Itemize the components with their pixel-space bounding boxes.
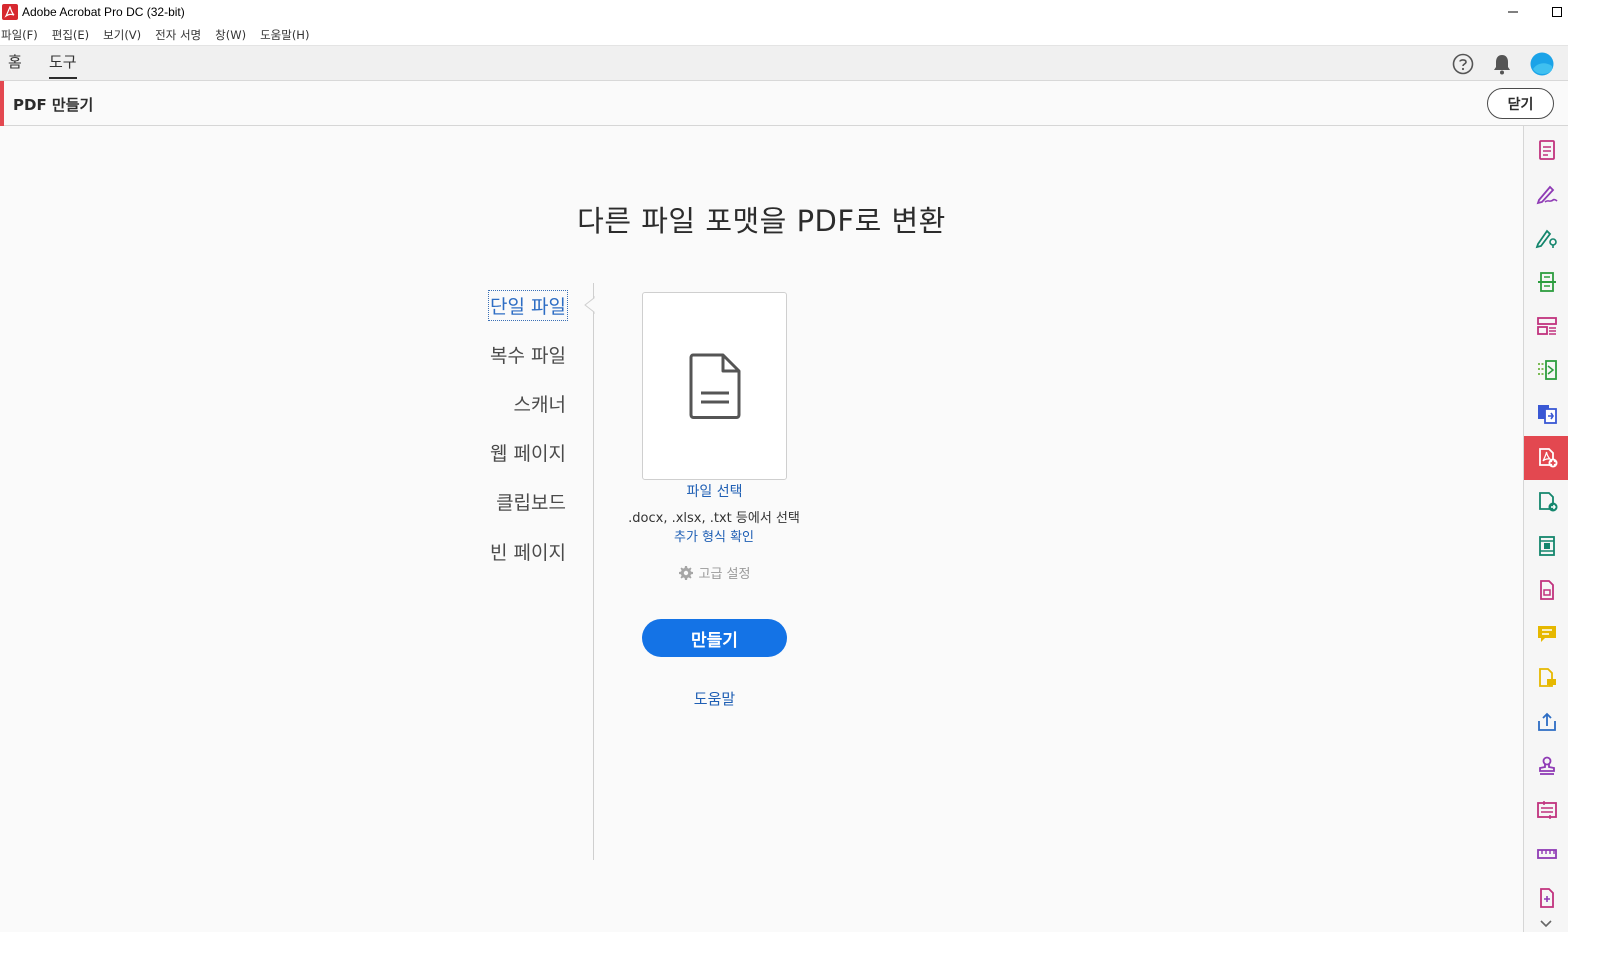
title-bar: Adobe Acrobat Pro DC (32-bit) <box>0 0 1623 24</box>
profile-avatar[interactable] <box>1530 52 1554 76</box>
option-multiple-files[interactable]: 복수 파일 <box>490 341 566 368</box>
minimize-icon <box>1508 11 1518 13</box>
tool-title: PDF 만들기 <box>13 96 94 114</box>
compare-icon[interactable] <box>1524 348 1569 392</box>
convert-pdf-icon[interactable] <box>1524 480 1569 524</box>
send-for-comments-icon[interactable] <box>1524 656 1569 700</box>
tab-tools[interactable]: 도구 <box>49 46 77 81</box>
right-tool-panel <box>1523 126 1569 965</box>
request-signature-icon[interactable] <box>1524 216 1569 260</box>
option-blank-page[interactable]: 빈 페이지 <box>490 538 566 565</box>
option-single-file[interactable]: 단일 파일 <box>488 290 568 321</box>
advanced-settings-label: 고급 설정 <box>698 567 751 582</box>
combine-files-icon[interactable] <box>1524 392 1569 436</box>
create-pdf-icon[interactable] <box>1524 436 1569 480</box>
advanced-settings: 고급 설정 <box>642 563 787 582</box>
more-formats-link[interactable]: 추가 형식 확인 <box>614 526 814 545</box>
export-pdf-icon[interactable] <box>1524 128 1569 172</box>
bell-icon[interactable] <box>1490 52 1514 76</box>
window-bottom-edge <box>0 932 1568 965</box>
tab-home[interactable]: 홈 <box>8 46 22 81</box>
prepare-form-icon[interactable] <box>1524 788 1569 832</box>
chevron-down-icon <box>1539 920 1552 928</box>
main-content: 다른 파일 포맷을 PDF로 변환 단일 파일 복수 파일 스캐너 웹 페이지 … <box>0 126 1523 965</box>
option-scanner[interactable]: 스캐너 <box>514 390 566 417</box>
comment-icon[interactable] <box>1524 612 1569 656</box>
screen-background <box>1568 0 1623 965</box>
select-file-link[interactable]: 파일 선택 <box>642 481 787 501</box>
tools-scroll-down[interactable] <box>1523 915 1568 933</box>
selection-pointer <box>584 296 595 314</box>
menu-window[interactable]: 창(W) <box>215 27 253 43</box>
window-title: Adobe Acrobat Pro DC (32-bit) <box>22 5 185 19</box>
fill-sign-icon[interactable] <box>1524 172 1569 216</box>
stamp-icon[interactable] <box>1524 744 1569 788</box>
accent-bar <box>0 81 4 126</box>
gear-icon <box>678 565 693 580</box>
tool-header: PDF 만들기 닫기 <box>0 81 1623 126</box>
maximize-icon <box>1552 7 1562 17</box>
rich-media-icon[interactable] <box>1524 524 1569 568</box>
document-icon <box>689 353 740 419</box>
create-button[interactable]: 만들기 <box>642 619 787 657</box>
scan-ocr-icon[interactable] <box>1524 260 1569 304</box>
divider <box>593 283 594 860</box>
acrobat-logo-icon <box>2 4 18 20</box>
option-clipboard[interactable]: 클립보드 <box>496 488 566 515</box>
help-link[interactable]: 도움말 <box>642 688 787 709</box>
option-web-page[interactable]: 웹 페이지 <box>490 439 566 466</box>
menu-view[interactable]: 보기(V) <box>103 27 148 43</box>
close-tool-button[interactable]: 닫기 <box>1487 88 1554 119</box>
organize-pages-icon[interactable] <box>1524 304 1569 348</box>
menu-e-sign[interactable]: 전자 서명 <box>155 27 208 43</box>
menu-bar: 파일(F) 편집(E) 보기(V) 전자 서명 창(W) 도움말(H) <box>0 24 1623 46</box>
menu-file[interactable]: 파일(F) <box>1 27 45 43</box>
formats-text: .docx, .xlsx, .txt 등에서 선택 <box>628 511 800 526</box>
menu-edit[interactable]: 편집(E) <box>52 27 96 43</box>
file-drop-area[interactable] <box>642 292 787 480</box>
menu-help[interactable]: 도움말(H) <box>260 27 316 43</box>
page-heading: 다른 파일 포맷을 PDF로 변환 <box>577 204 946 238</box>
edit-pdf-icon[interactable] <box>1524 568 1569 612</box>
measure-icon[interactable] <box>1524 832 1569 876</box>
minimize-button[interactable] <box>1491 0 1535 24</box>
help-icon[interactable] <box>1451 52 1475 76</box>
nav-bar: 홈 도구 <box>0 46 1623 81</box>
more-tools-icon[interactable] <box>1524 876 1569 920</box>
share-icon[interactable] <box>1524 700 1569 744</box>
